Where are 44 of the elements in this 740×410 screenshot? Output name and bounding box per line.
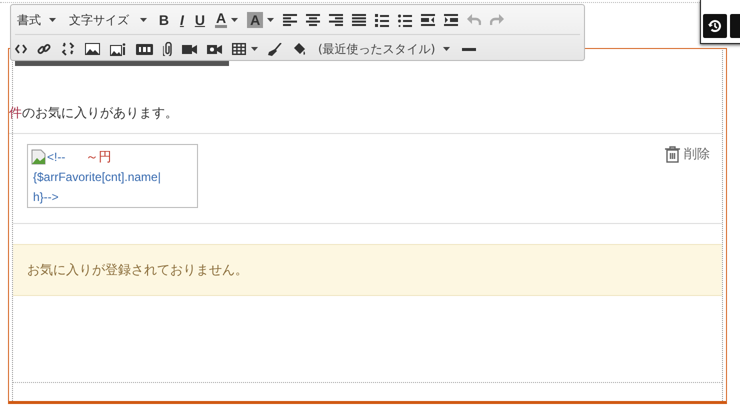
- font-size-dropdown[interactable]: 文字サイズ: [66, 12, 149, 28]
- paint-bucket-icon[interactable]: [292, 42, 306, 56]
- favorites-count-text: 件のお気に入りがあります。: [9, 104, 722, 134]
- outdent-icon[interactable]: [421, 14, 436, 26]
- align-right-icon[interactable]: [329, 14, 344, 26]
- numbered-list-icon[interactable]: [375, 14, 390, 26]
- history-icon: [707, 18, 723, 34]
- alt-text: <!--: [47, 149, 66, 166]
- history-button[interactable]: [703, 14, 727, 38]
- bullet-list-icon[interactable]: [398, 14, 412, 26]
- align-center-icon[interactable]: [306, 14, 320, 26]
- caret-icon: [48, 18, 56, 22]
- broken-image-icon: [31, 149, 47, 165]
- empty-notice: お気に入りが登録されておりません。: [13, 244, 722, 296]
- rss-icon[interactable]: [136, 44, 153, 54]
- justify-icon[interactable]: [352, 14, 366, 26]
- source-code-icon[interactable]: [15, 44, 27, 54]
- link-icon[interactable]: [37, 42, 51, 56]
- caret-icon[interactable]: [231, 18, 238, 22]
- alt-text: h}-->: [33, 189, 59, 206]
- video-camera-icon[interactable]: [182, 44, 197, 54]
- styles-dropdown[interactable]: (最近使ったスタイル): [316, 40, 452, 58]
- background-color-button[interactable]: A: [247, 12, 264, 28]
- audio-video-icon[interactable]: [207, 42, 222, 56]
- price-text: ～円: [85, 148, 112, 166]
- paperclip-icon[interactable]: [163, 42, 172, 56]
- broom-icon[interactable]: [268, 42, 282, 56]
- caret-icon: [443, 47, 450, 52]
- delete-link[interactable]: 削除: [665, 144, 710, 164]
- italic-button[interactable]: I: [178, 12, 185, 28]
- caret-icon[interactable]: [267, 18, 274, 22]
- caret-icon[interactable]: [251, 47, 258, 51]
- alt-text: {$arrFavorite[cnt].name|: [33, 169, 161, 186]
- bold-button[interactable]: B: [158, 12, 170, 28]
- caret-icon: [140, 18, 147, 22]
- text-color-button[interactable]: A: [214, 12, 228, 28]
- underline-button[interactable]: U: [194, 12, 206, 28]
- table-icon[interactable]: [232, 43, 246, 55]
- indent-icon[interactable]: [444, 14, 458, 26]
- align-left-icon[interactable]: [283, 14, 298, 26]
- image-icon[interactable]: [85, 43, 100, 55]
- trash-icon: [665, 146, 680, 162]
- image-info-icon[interactable]: [110, 42, 126, 56]
- format-dropdown[interactable]: 書式: [15, 12, 58, 28]
